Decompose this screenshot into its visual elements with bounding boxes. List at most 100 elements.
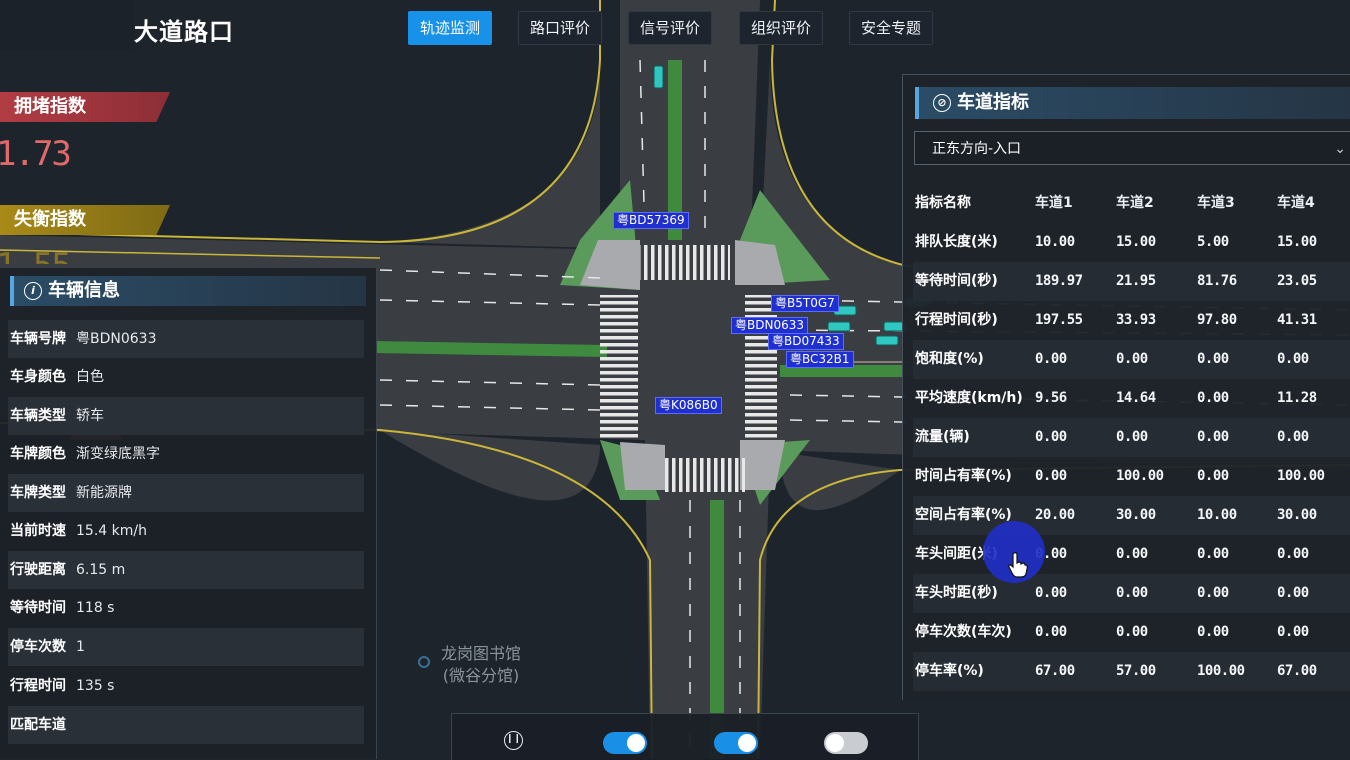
row-key: 车辆类型 <box>10 408 66 424</box>
tab-safety-topic[interactable]: 安全专题 <box>849 11 934 45</box>
tab-trajectory-monitor[interactable]: 轨迹监测 <box>408 11 493 45</box>
vehicle-plate-tag[interactable]: 粤BC32B1 <box>786 351 854 368</box>
col-header: 车道2 <box>1116 195 1154 211</box>
metrics-row: 饱和度(%) 0.00 0.00 0.00 0.00 <box>913 340 1350 379</box>
row-key: 等待时间 <box>10 600 66 616</box>
col-header: 指标名称 <box>915 195 971 211</box>
metric-name: 行程时间(秒) <box>915 312 998 328</box>
metric-value-lane-2: 0.00 <box>1116 351 1148 367</box>
metric-value-lane-4: 30.00 <box>1277 507 1317 523</box>
metric-name: 停车次数(车次) <box>915 624 1012 640</box>
metric-value-lane-1: 189.97 <box>1035 273 1083 289</box>
direction-select-value: 正东方向-入口 <box>932 141 1022 157</box>
metric-value-lane-2: 21.95 <box>1116 273 1156 289</box>
metric-value-lane-2: 57.00 <box>1116 663 1156 679</box>
vehicle-plate-tag[interactable]: 粤BDN0633 <box>731 317 808 334</box>
metric-value-lane-3: 0.00 <box>1197 351 1229 367</box>
metric-value-lane-3: 0.00 <box>1197 585 1229 601</box>
toggle-knob <box>826 734 844 752</box>
metric-value-lane-2: 15.00 <box>1116 234 1156 250</box>
metric-value-lane-1: 9.56 <box>1035 390 1067 406</box>
metric-value-lane-3: 100.00 <box>1197 663 1245 679</box>
metric-value-lane-4: 0.00 <box>1277 351 1309 367</box>
layer-toggle-3[interactable] <box>824 732 868 754</box>
page-title: 大道路口 <box>134 18 234 46</box>
metric-value-lane-1: 0.00 <box>1035 585 1067 601</box>
metrics-row: 平均速度(km/h) 9.56 14.64 0.00 11.28 <box>913 379 1350 418</box>
metric-name: 饱和度(%) <box>915 351 984 367</box>
metric-value-lane-4: 0.00 <box>1277 546 1309 562</box>
row-value: 1 <box>76 639 85 655</box>
metric-value-lane-3: 0.00 <box>1197 390 1229 406</box>
metric-value-lane-4: 100.00 <box>1277 468 1325 484</box>
metric-name: 平均速度(km/h) <box>915 390 1023 406</box>
layer-toggle-1[interactable] <box>603 732 647 754</box>
congestion-index-header: 拥堵指数 <box>0 92 170 122</box>
vehicle-plate-tag[interactable]: 粤BD57369 <box>613 212 689 229</box>
metrics-row: 流量(辆) 0.00 0.00 0.00 0.00 <box>913 418 1350 457</box>
direction-select[interactable]: 正东方向-入口 ⌄ <box>914 131 1350 165</box>
row-key: 车牌类型 <box>10 485 66 501</box>
metric-value-lane-3: 5.00 <box>1197 234 1229 250</box>
info-icon: i <box>24 282 42 300</box>
metric-name: 车头时距(秒) <box>915 585 998 601</box>
poi-sub: (微谷分馆) <box>442 666 520 685</box>
metric-value-lane-1: 197.55 <box>1035 312 1083 328</box>
pause-icon[interactable]: ❙❙ <box>504 731 523 750</box>
row-key: 匹配车道 <box>10 717 66 733</box>
metric-value-lane-3: 0.00 <box>1197 468 1229 484</box>
vehicle-info-row: 车身颜色 白色 <box>8 358 364 396</box>
metric-value-lane-4: 41.31 <box>1277 312 1317 328</box>
vehicle-info-row: 当前时速 15.4 km/h <box>8 512 364 550</box>
metric-value-lane-3: 97.80 <box>1197 312 1237 328</box>
poi-marker-icon <box>418 656 430 668</box>
row-value: 渐变绿底黑字 <box>76 446 160 462</box>
metric-name: 排队长度(米) <box>915 234 998 250</box>
metric-value-lane-4: 23.05 <box>1277 273 1317 289</box>
vehicle-plate-tag[interactable]: 粤K086B0 <box>655 397 722 414</box>
metric-value-lane-2: 33.93 <box>1116 312 1156 328</box>
vehicle-info-panel: i 车辆信息 车辆号牌 粤BDN0633 车身颜色 白色 车辆类型 轿车 车牌颜色 渐变绿… <box>0 268 377 759</box>
metric-value-lane-4: 0.00 <box>1277 429 1309 445</box>
tab-signal-eval[interactable]: 信号评价 <box>628 11 713 45</box>
metrics-row: 空间占有率(%) 20.00 30.00 10.00 30.00 <box>913 496 1350 535</box>
lane-metrics-panel: ⊘ 车道指标 正东方向-入口 ⌄ 指标名称 车道1 车道2 车道3 车道4 排队长… <box>902 74 1350 700</box>
metric-value-lane-3: 81.76 <box>1197 273 1237 289</box>
row-value: 新能源牌 <box>76 485 132 501</box>
metric-value-lane-4: 0.00 <box>1277 585 1309 601</box>
vehicle-plate-tag[interactable]: 粤B5T0G7 <box>771 295 839 312</box>
metric-name: 时间占有率(%) <box>915 468 1012 484</box>
layer-toggle-2[interactable] <box>714 732 758 754</box>
vehicle-info-title: 车辆信息 <box>48 280 120 301</box>
gauge-icon: ⊘ <box>933 94 951 112</box>
tab-intersection-eval[interactable]: 路口评价 <box>518 11 603 45</box>
metrics-row: 停车次数(车次) 0.00 0.00 0.00 0.00 <box>913 613 1350 652</box>
row-key: 当前时速 <box>10 523 66 539</box>
metrics-row: 时间占有率(%) 0.00 100.00 0.00 100.00 <box>913 457 1350 496</box>
metric-value-lane-4: 0.00 <box>1277 624 1309 640</box>
vehicle-plate-tag[interactable]: 粤BD07433 <box>768 333 844 350</box>
toggle-knob <box>738 734 756 752</box>
metric-value-lane-1: 67.00 <box>1035 663 1075 679</box>
row-value: 15.4 km/h <box>76 523 147 539</box>
chevron-down-icon: ⌄ <box>1334 141 1346 157</box>
col-header: 车道4 <box>1277 195 1315 211</box>
metric-value-lane-1: 0.00 <box>1035 624 1067 640</box>
row-value: 轿车 <box>76 408 104 424</box>
metric-name: 停车率(%) <box>915 663 984 679</box>
tab-organization-eval[interactable]: 组织评价 <box>739 11 824 45</box>
row-value: 6.15 m <box>76 562 126 578</box>
row-key: 行程时间 <box>10 678 66 694</box>
metric-value-lane-4: 67.00 <box>1277 663 1317 679</box>
vehicle-info-row: 停车次数 1 <box>8 628 364 666</box>
metric-value-lane-3: 0.00 <box>1197 546 1229 562</box>
vehicle-info-row: 等待时间 118 s <box>8 589 364 627</box>
metric-name: 流量(辆) <box>915 429 970 445</box>
vehicle-info-row: 车牌颜色 渐变绿底黑字 <box>8 435 364 473</box>
vehicle-info-row: 车辆号牌 粤BDN0633 <box>8 320 364 358</box>
lane-metrics-title: 车道指标 <box>957 92 1029 113</box>
row-key: 车身颜色 <box>10 369 66 385</box>
row-value: 白色 <box>76 369 104 385</box>
col-header: 车道3 <box>1197 195 1235 211</box>
vehicle-info-row: 行驶距离 6.15 m <box>8 551 364 589</box>
